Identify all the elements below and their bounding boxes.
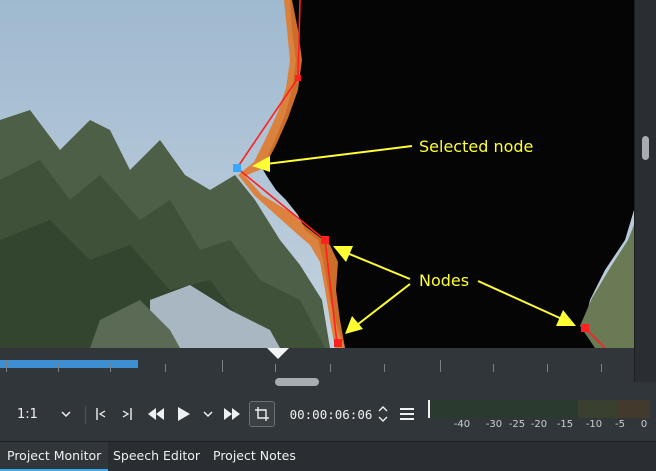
mask-node[interactable] <box>295 75 301 81</box>
timecode-field[interactable]: 00:00:06:06 <box>286 392 376 436</box>
ruler-tick <box>493 364 494 372</box>
meter-label: -15 <box>556 419 574 430</box>
ruler-tick <box>58 364 59 372</box>
meter-label: -25 <box>508 419 526 430</box>
vertical-scrollbar[interactable] <box>634 0 656 382</box>
nodes-label: Nodes <box>419 271 469 290</box>
play-options-button[interactable] <box>198 392 218 436</box>
meter-level-marker <box>428 400 430 418</box>
edit-mask-button[interactable] <box>249 392 275 436</box>
meter-red-zone <box>618 400 650 418</box>
zoom-select[interactable]: 1:1 <box>10 392 74 436</box>
meter-label: -5 <box>615 419 625 430</box>
monitor-menu-button[interactable] <box>397 392 417 436</box>
meter-yellow-zone <box>578 400 618 418</box>
meter-label: -20 <box>530 419 548 430</box>
horizontal-scrollbar-thumb[interactable] <box>275 378 319 386</box>
monitor-viewport[interactable]: Selected node Nodes <box>0 0 634 348</box>
tab-project-notes[interactable]: Project Notes <box>206 442 303 469</box>
ruler-tick <box>601 364 602 372</box>
fast-forward-icon <box>224 408 240 420</box>
ruler-tick <box>165 364 166 372</box>
dock-tab-bar: Project Monitor Speech Editor Project No… <box>0 441 656 471</box>
mask-node[interactable] <box>321 236 329 244</box>
ruler-tick <box>6 360 7 372</box>
play-icon <box>178 407 190 421</box>
ruler-tick <box>384 364 385 372</box>
meter-green-zone <box>428 400 578 418</box>
hamburger-menu-icon <box>400 408 414 420</box>
timeline-zone[interactable] <box>0 360 138 368</box>
meter-label: -10 <box>585 419 603 430</box>
mask-node[interactable] <box>334 339 342 347</box>
mask-node-selected[interactable] <box>233 164 241 172</box>
rewind-button[interactable] <box>145 392 167 436</box>
selected-node-label: Selected node <box>419 137 533 156</box>
ruler-tick <box>222 360 223 372</box>
play-button[interactable] <box>173 392 195 436</box>
video-frame: Selected node Nodes <box>0 0 634 348</box>
rewind-icon <box>148 408 164 420</box>
timecode-value: 00:00:06:06 <box>289 406 373 422</box>
audio-meter-scale: -40 -30 -25 -20 -15 -10 -5 0 <box>428 419 650 433</box>
spinner-arrows-icon <box>378 406 388 422</box>
forward-button[interactable] <box>221 392 243 436</box>
toolbar-separator <box>85 406 86 424</box>
playhead-marker[interactable] <box>267 348 289 359</box>
tab-speech-editor[interactable]: Speech Editor <box>106 442 207 469</box>
zone-out-icon <box>122 408 132 420</box>
set-zone-in-button[interactable] <box>90 392 112 436</box>
crop-icon <box>255 407 269 421</box>
meter-label: 0 <box>640 419 648 430</box>
zone-in-icon <box>96 408 106 420</box>
vertical-scrollbar-thumb[interactable] <box>642 136 649 160</box>
tab-project-monitor[interactable]: Project Monitor <box>0 442 109 471</box>
ruler-tick <box>440 360 441 372</box>
ruler-tick <box>330 364 331 372</box>
ruler-tick <box>547 364 548 372</box>
ruler-tick <box>110 364 111 372</box>
chevron-down-icon <box>203 411 213 418</box>
timecode-spinner[interactable] <box>376 392 390 436</box>
chevron-down-icon <box>61 411 71 418</box>
ruler-tick <box>275 364 276 372</box>
timeline-ruler[interactable] <box>0 348 634 373</box>
set-zone-out-button[interactable] <box>116 392 138 436</box>
audio-level-meter <box>428 400 650 418</box>
zoom-value: 1:1 <box>17 406 38 422</box>
meter-label: -30 <box>485 419 503 430</box>
meter-label: -40 <box>453 419 471 430</box>
mask-node[interactable] <box>581 324 589 332</box>
